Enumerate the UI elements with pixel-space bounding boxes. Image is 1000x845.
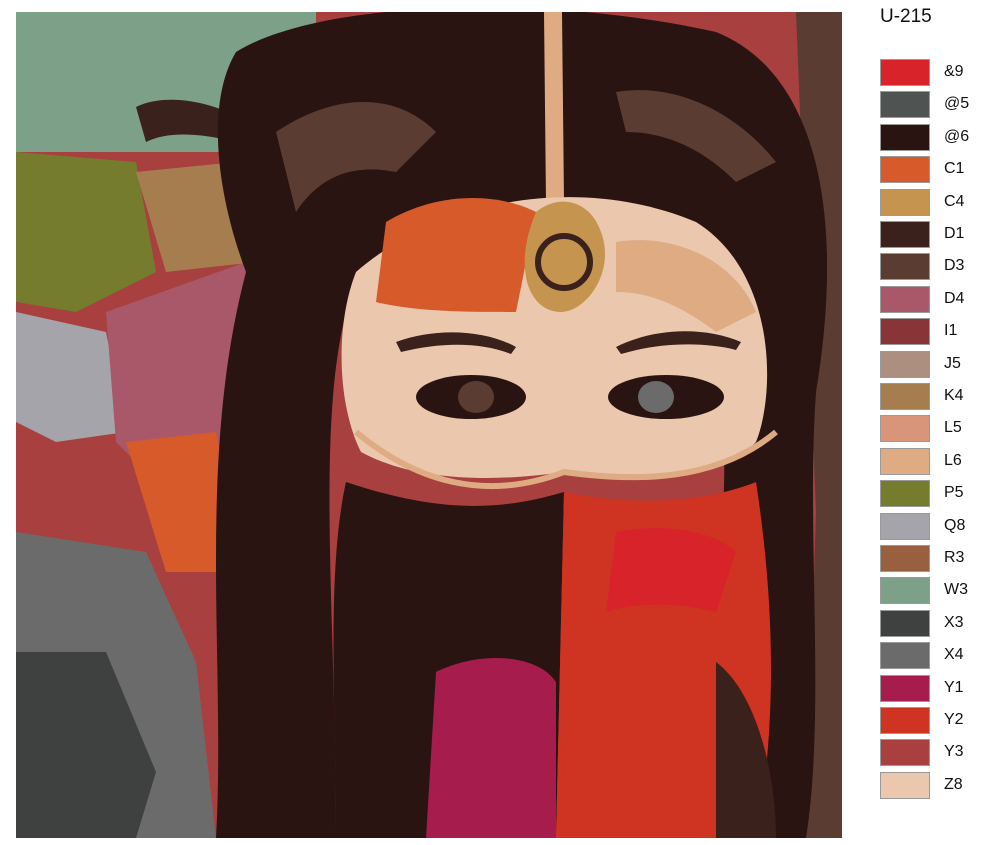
legend-item: D3 <box>880 253 990 281</box>
color-code-label: Z8 <box>944 775 963 793</box>
left-iris <box>458 381 494 413</box>
color-code-label: Y3 <box>944 743 964 761</box>
color-swatch <box>880 253 930 281</box>
color-swatch <box>880 447 930 475</box>
legend-item: @5 <box>880 91 990 119</box>
color-code-label: @6 <box>944 127 970 145</box>
legend-item: L6 <box>880 447 990 475</box>
legend-item: @6 <box>880 123 990 151</box>
forehead-chain <box>544 12 564 202</box>
legend-item: R3 <box>880 545 990 572</box>
color-code-label: D4 <box>944 289 965 307</box>
color-swatch <box>880 707 930 734</box>
color-code-label: J5 <box>944 354 961 372</box>
veil-bright-red <box>606 528 736 612</box>
legend-item: W3 <box>880 577 990 605</box>
paint-by-numbers-page: { "kit_code": "U-215", "artwork": { "des… <box>0 0 1000 845</box>
legend-item: I1 <box>880 318 990 346</box>
legend-item: J5 <box>880 350 990 378</box>
color-code-label: X4 <box>944 646 964 664</box>
legend-item: Z8 <box>880 771 990 799</box>
color-code-label: X3 <box>944 613 964 631</box>
color-swatch <box>880 383 930 410</box>
color-code-label: D1 <box>944 225 965 242</box>
color-code-label: I1 <box>944 322 958 340</box>
color-code-label: C4 <box>944 192 965 210</box>
color-code-label: &9 <box>944 63 964 80</box>
legend-item: X4 <box>880 642 990 670</box>
legend-item: D1 <box>880 221 990 248</box>
legend-item: L5 <box>880 415 990 443</box>
color-swatch <box>880 415 930 443</box>
legend-item: X3 <box>880 609 990 637</box>
color-swatch <box>880 512 930 540</box>
color-swatch <box>880 188 930 216</box>
color-swatch <box>880 674 930 702</box>
painting-artwork <box>16 12 842 838</box>
legend-item: P5 <box>880 480 990 508</box>
color-swatch <box>880 480 930 508</box>
color-code-label: C1 <box>944 160 965 178</box>
color-code-label: L5 <box>944 419 962 437</box>
kit-code-label: U-215 <box>880 6 932 27</box>
color-swatch <box>880 59 930 86</box>
color-swatch <box>880 91 930 119</box>
color-swatch <box>880 739 930 767</box>
veil-magenta <box>426 658 556 838</box>
color-code-label: Y2 <box>944 711 964 728</box>
legend-item: Q8 <box>880 512 990 540</box>
color-code-label: K4 <box>944 387 964 404</box>
color-code-label: W3 <box>944 581 968 599</box>
color-code-label: L6 <box>944 451 962 469</box>
color-swatch <box>880 156 930 184</box>
color-swatch <box>880 577 930 605</box>
color-swatch <box>880 642 930 670</box>
color-code-label: D3 <box>944 257 965 275</box>
color-swatch <box>880 221 930 248</box>
color-code-label: Q8 <box>944 516 966 534</box>
right-iris <box>638 381 674 413</box>
color-swatch <box>880 350 930 378</box>
color-code-label: Y1 <box>944 678 964 696</box>
color-swatch <box>880 285 930 313</box>
color-swatch <box>880 123 930 151</box>
color-swatch <box>880 771 930 799</box>
legend-item: K4 <box>880 383 990 410</box>
legend-item: Y2 <box>880 707 990 734</box>
color-swatch <box>880 318 930 346</box>
legend-item: D4 <box>880 285 990 313</box>
legend-item: C4 <box>880 188 990 216</box>
legend-item: &9 <box>880 59 990 86</box>
legend-item: Y3 <box>880 739 990 767</box>
legend-item: C1 <box>880 156 990 184</box>
color-code-label: R3 <box>944 549 965 566</box>
legend-item: Y1 <box>880 674 990 702</box>
color-code-label: P5 <box>944 484 964 502</box>
color-swatch <box>880 545 930 572</box>
face-left-orange <box>376 198 536 312</box>
color-code-label: @5 <box>944 95 970 113</box>
color-swatch <box>880 609 930 637</box>
